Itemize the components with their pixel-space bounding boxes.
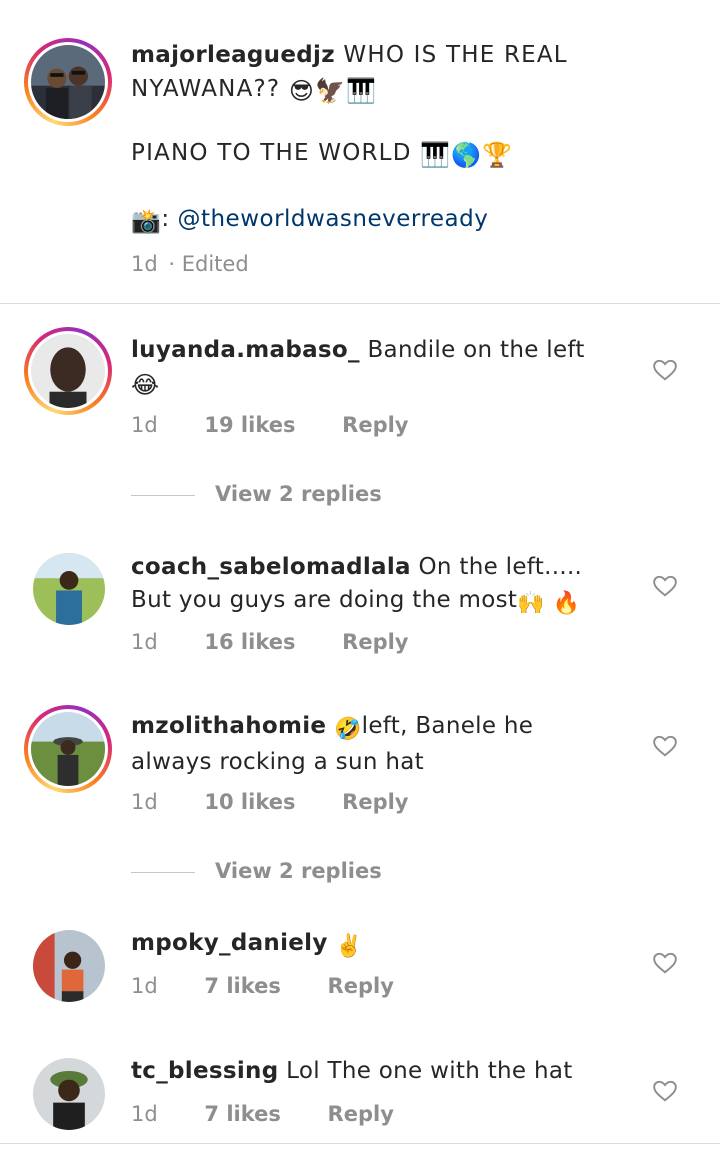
caption-text-3: PIANO TO THE WORLD — [131, 140, 412, 166]
reply-button[interactable]: Reply — [342, 790, 408, 814]
sunglasses-emoji-icon: 😎 — [288, 77, 316, 105]
comment-text-block: mpoky_daniely ✌️ — [131, 927, 631, 963]
comment-avatar[interactable] — [24, 327, 112, 415]
heart-outline-icon[interactable] — [652, 950, 678, 976]
comment-likes[interactable]: 19 likes — [204, 413, 295, 437]
comment-text-block: mzolithahomie 🤣left, Banele he always ro… — [131, 710, 631, 779]
comment-likes[interactable]: 10 likes — [204, 790, 295, 814]
comment-username[interactable]: mpoky_daniely — [131, 930, 328, 956]
caption-text-2: NYAWANA?? — [131, 76, 281, 102]
comment-avatar[interactable] — [33, 1058, 105, 1130]
caption-text-1: WHO IS THE REAL — [343, 42, 568, 68]
reply-button[interactable]: Reply — [342, 413, 408, 437]
caption-line-1: majorleaguedjz WHO IS THE REAL — [131, 42, 568, 68]
globe-emoji-icon: 🌎 — [451, 141, 483, 169]
comment-time: 1d — [131, 413, 158, 437]
comment-time: 1d — [131, 790, 158, 814]
comment-text: On the left..... — [418, 554, 583, 580]
comment-time: 1d — [131, 974, 158, 998]
caption-avatar[interactable] — [24, 38, 112, 126]
replies-line — [131, 494, 195, 496]
view-replies-button[interactable]: View 2 replies — [131, 859, 382, 883]
comment-avatar[interactable] — [24, 705, 112, 793]
rofl-emoji-icon: 🤣 — [333, 717, 362, 742]
raised-hands-emoji-icon: 🙌 — [517, 591, 545, 616]
caption-edited: · Edited — [168, 252, 249, 276]
comment-meta: 1d 7 likes Reply — [131, 1102, 394, 1126]
comment-likes[interactable]: 7 likes — [204, 974, 280, 998]
comment-meta: 1d 16 likes Reply — [131, 630, 409, 654]
comment-likes[interactable]: 7 likes — [204, 1102, 280, 1126]
bottom-divider — [0, 1143, 720, 1144]
comment-meta: 1d 19 likes Reply — [131, 413, 409, 437]
joy-emoji-icon: 😂 — [131, 371, 160, 399]
view-replies-label: View 2 replies — [215, 482, 382, 506]
comment-text-2: But you guys are doing the most — [131, 587, 518, 613]
caption-username[interactable]: majorleaguedjz — [131, 42, 335, 68]
fire-emoji-icon: 🔥 — [552, 591, 581, 616]
view-replies-label: View 2 replies — [215, 859, 382, 883]
post-caption: majorleaguedjz WHO IS THE REAL NYAWANA??… — [0, 0, 720, 303]
comment-username[interactable]: coach_sabelomadlala — [131, 554, 411, 580]
reply-button[interactable]: Reply — [328, 974, 394, 998]
comment-text-block: tc_blessing Lol The one with the hat — [131, 1055, 631, 1088]
comment-time: 1d — [131, 1102, 158, 1126]
heart-outline-icon[interactable] — [652, 573, 678, 599]
comment-time: 1d — [131, 630, 158, 654]
comment-avatar[interactable] — [33, 553, 105, 625]
comment-text: Bandile on the left — [367, 337, 585, 363]
comment-text-block: luyanda.mabaso_ Bandile on the left 😂 — [131, 334, 631, 402]
caption-divider — [0, 303, 720, 304]
eagle-emoji-icon: 🦅 — [315, 77, 347, 105]
heart-outline-icon[interactable] — [652, 733, 678, 759]
caption-meta: 1d · Edited — [131, 252, 249, 276]
victory-hand-emoji-icon: ✌️ — [335, 934, 363, 959]
camera-label: : — [161, 206, 170, 232]
piano-emoji-icon: 🎹 — [420, 141, 452, 169]
comment-username[interactable]: tc_blessing — [131, 1058, 278, 1084]
view-replies-button[interactable]: View 2 replies — [131, 482, 382, 506]
comment-text: Lol The one with the hat — [286, 1058, 573, 1084]
replies-line — [131, 871, 195, 873]
comment-username[interactable]: mzolithahomie — [131, 713, 326, 739]
reply-button[interactable]: Reply — [328, 1102, 394, 1126]
piano-emoji-icon: 🎹 — [346, 77, 378, 105]
caption-line-4: 📸: @theworldwasneverready — [131, 206, 488, 235]
trophy-emoji-icon: 🏆 — [482, 141, 514, 169]
comment-avatar[interactable] — [33, 930, 105, 1002]
comment-likes[interactable]: 16 likes — [204, 630, 295, 654]
comment-text: left, Banele he — [361, 713, 534, 739]
caption-time: 1d — [131, 252, 158, 276]
caption-mention-link[interactable]: @theworldwasneverready — [177, 206, 488, 232]
heart-outline-icon[interactable] — [652, 357, 678, 383]
comment-username[interactable]: luyanda.mabaso_ — [131, 337, 360, 363]
comment-text-2: always rocking a sun hat — [131, 749, 424, 775]
reply-button[interactable]: Reply — [342, 630, 408, 654]
comment-meta: 1d 7 likes Reply — [131, 974, 394, 998]
caption-line-3: PIANO TO THE WORLD 🎹🌎🏆 — [131, 140, 513, 169]
comment-text-block: coach_sabelomadlala On the left..... But… — [131, 551, 631, 620]
camera-flash-emoji-icon: 📸 — [131, 207, 162, 235]
caption-line-2: NYAWANA?? 😎🦅🎹 — [131, 76, 377, 105]
comment-meta: 1d 10 likes Reply — [131, 790, 409, 814]
heart-outline-icon[interactable] — [652, 1078, 678, 1104]
